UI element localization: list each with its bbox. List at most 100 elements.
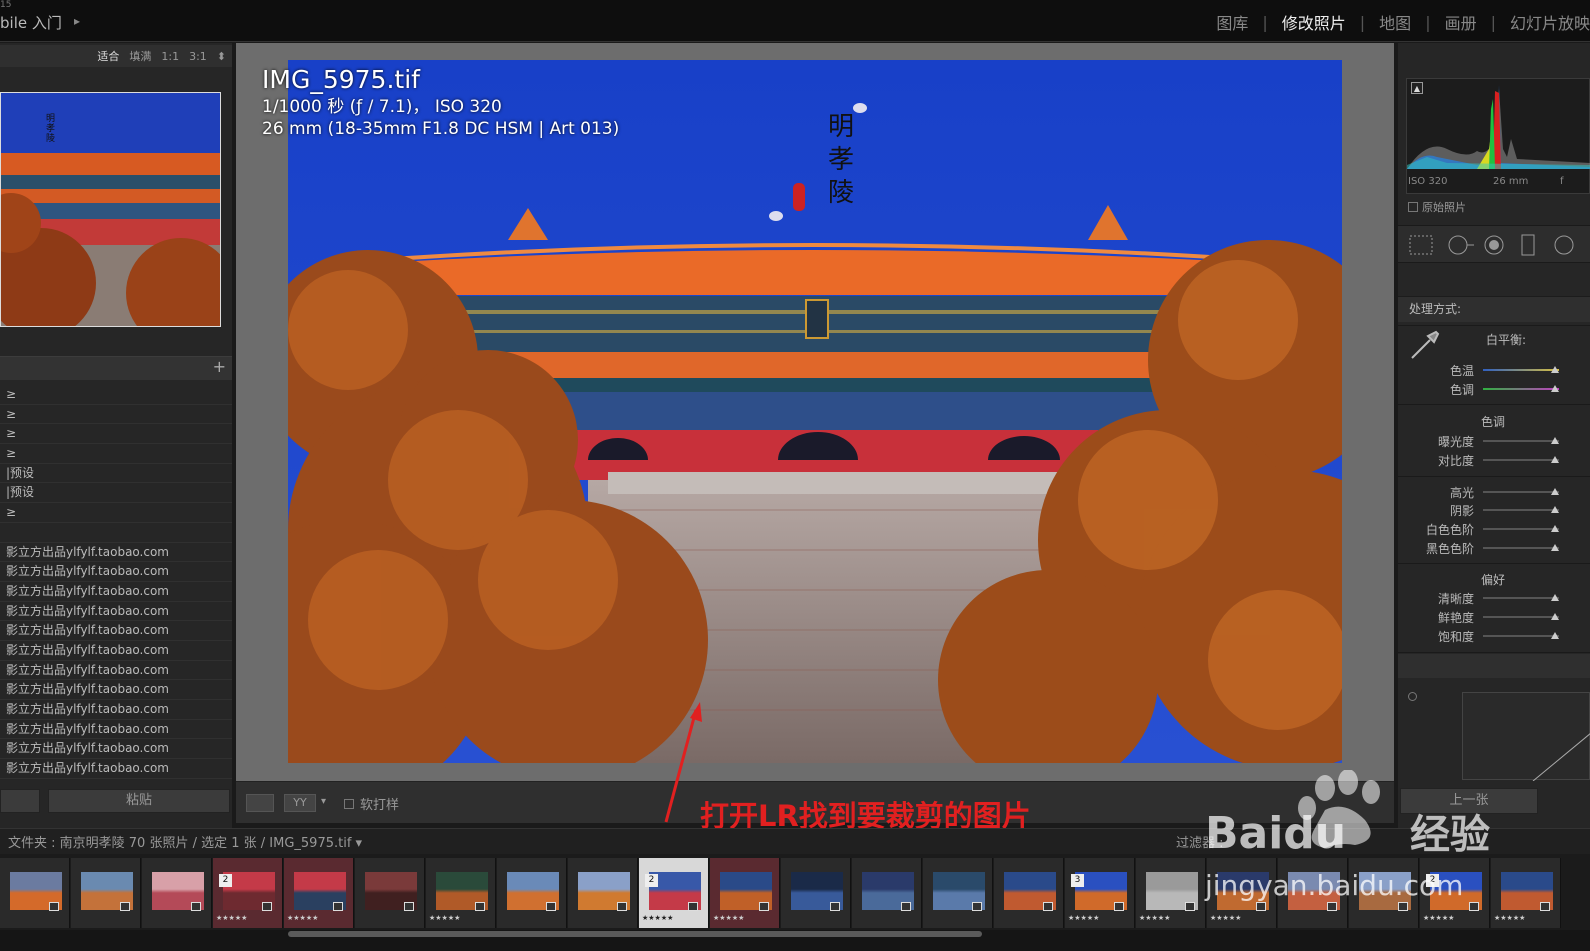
module-slideshow[interactable]: 幻灯片放映 [1510,10,1590,34]
temp-slider[interactable] [1483,369,1559,371]
develop-badge-icon[interactable] [475,902,485,911]
blacks-knob[interactable] [1551,544,1559,551]
eyedropper-icon[interactable] [1408,328,1442,362]
filmstrip-thumbnail[interactable]: ★★★★★ [284,858,354,928]
add-preset-icon[interactable]: + [213,357,226,376]
filmstrip-thumbnail[interactable]: ★★★★★ [426,858,496,928]
preset-item[interactable]: 影立方出品ylfylf.taobao.com [0,621,232,641]
loupe-view-button[interactable] [246,794,274,812]
preset-item[interactable]: 影立方出品ylfylf.taobao.com [0,543,232,563]
shadows-knob[interactable] [1551,506,1559,513]
develop-badge-icon[interactable] [617,902,627,911]
tone-curve[interactable] [1462,692,1590,782]
module-book[interactable]: 画册 [1445,10,1477,34]
develop-badge-icon[interactable] [191,902,201,911]
original-photo-toggle[interactable]: 原始照片 [1408,199,1466,215]
zoom-stepper-icon[interactable]: ⬍ [217,50,226,63]
vibrance-slider[interactable] [1483,616,1559,618]
target-adjust-icon[interactable] [1408,692,1417,701]
main-photo[interactable]: 明 孝 陵 [288,60,1342,763]
module-library[interactable]: 图库 [1216,10,1248,34]
filmstrip-thumbnail[interactable] [142,858,212,928]
vibrance-knob[interactable] [1551,613,1559,620]
highlights-knob[interactable] [1551,488,1559,495]
whites-knob[interactable] [1551,525,1559,532]
tint-slider[interactable] [1483,388,1559,390]
develop-badge-icon[interactable] [688,902,698,911]
filmstrip-thumbnail[interactable] [355,858,425,928]
preset-item[interactable]: ≥ [0,405,232,425]
filmstrip-thumbnail[interactable] [497,858,567,928]
copy-button[interactable] [0,789,40,813]
preset-item[interactable]: 影立方出品ylfylf.taobao.com [0,602,232,622]
develop-badge-icon[interactable] [546,902,556,911]
preset-item[interactable]: 影立方出品ylfylf.taobao.com [0,739,232,760]
preset-item[interactable]: 影立方出品ylfylf.taobao.com [0,661,232,681]
preset-item[interactable]: |预设 [0,464,232,484]
temp-knob[interactable] [1551,366,1559,373]
develop-badge-icon[interactable] [120,902,130,911]
filmstrip-thumbnail[interactable]: 2 ★★★★★ [639,858,709,928]
identity-arrow-icon[interactable]: ▸ [74,14,80,28]
filmstrip-thumbnail[interactable]: ★★★★★ [710,858,780,928]
clarity-knob[interactable] [1551,594,1559,601]
contrast-knob[interactable] [1551,456,1559,463]
softproof-checkbox[interactable] [344,798,354,809]
highlights-slider[interactable] [1483,491,1559,493]
preset-item[interactable]: 影立方出品ylfylf.taobao.com [0,759,232,779]
preset-item[interactable]: 影立方出品ylfylf.taobao.com [0,582,232,602]
develop-badge-icon[interactable] [759,902,769,911]
saturation-knob[interactable] [1551,632,1559,639]
filmstrip-thumbnail[interactable] [0,858,70,928]
develop-badge-icon[interactable] [1114,902,1124,911]
filmstrip-thumbnail[interactable]: 3 ★★★★★ [1065,858,1135,928]
blacks-slider[interactable] [1483,547,1559,549]
filmstrip-thumbnail[interactable] [994,858,1064,928]
before-after-button[interactable]: YY [284,794,316,812]
filmstrip-thumbnail[interactable] [568,858,638,928]
filmstrip-thumbnail[interactable] [71,858,141,928]
exposure-knob[interactable] [1551,437,1559,444]
develop-badge-icon[interactable] [830,902,840,911]
preset-item[interactable]: 影立方出品ylfylf.taobao.com [0,680,232,700]
zoom-fit[interactable]: 适合 [97,48,119,64]
identity-plate[interactable]: bile 入门 [0,12,62,33]
saturation-slider[interactable] [1483,635,1559,637]
whites-slider[interactable] [1483,528,1559,530]
tint-knob[interactable] [1551,385,1559,392]
develop-badge-icon[interactable] [901,902,911,911]
before-after-dropdown-icon[interactable]: ▾ [321,796,326,807]
original-photo-checkbox[interactable] [1408,202,1418,212]
paste-button[interactable]: 粘贴 [48,789,230,813]
preset-item[interactable]: 影立方出品ylfylf.taobao.com [0,562,232,582]
develop-badge-icon[interactable] [262,902,272,911]
clarity-slider[interactable] [1483,597,1559,599]
preset-item[interactable]: ≥ [0,503,232,523]
module-develop[interactable]: 修改照片 [1282,10,1346,34]
preset-item[interactable]: 影立方出品ylfylf.taobao.com [0,641,232,661]
filmstrip-thumbnail[interactable] [923,858,993,928]
shadows-slider[interactable] [1483,509,1559,511]
contrast-slider[interactable] [1483,459,1559,461]
preset-item[interactable] [0,523,232,543]
develop-badge-icon[interactable] [404,902,414,911]
filmstrip-scroll-thumb[interactable] [288,931,982,937]
filmstrip-thumbnail[interactable] [781,858,851,928]
module-map[interactable]: 地图 [1379,10,1411,34]
filmstrip-thumbnail[interactable] [852,858,922,928]
preset-item[interactable]: |预设 [0,483,232,504]
develop-badge-icon[interactable] [49,902,59,911]
preset-item[interactable]: ≥ [0,444,232,464]
develop-badge-icon[interactable] [333,902,343,911]
filmstrip-thumbnail[interactable]: 2 ★★★★★ [213,858,283,928]
softproof-toggle[interactable]: 软打样 [344,794,399,813]
preset-item[interactable]: ≥ [0,424,232,445]
navigator-preview[interactable]: 明 孝 陵 [0,92,221,327]
zoom-3-1[interactable]: 3:1 [189,50,207,63]
tone-curve-header[interactable] [1398,654,1590,678]
develop-badge-icon[interactable] [1043,902,1053,911]
preset-item[interactable]: ≥ [0,385,232,405]
zoom-fill[interactable]: 填满 [129,48,151,64]
exposure-slider[interactable] [1483,440,1559,442]
zoom-1-1[interactable]: 1:1 [161,50,179,63]
